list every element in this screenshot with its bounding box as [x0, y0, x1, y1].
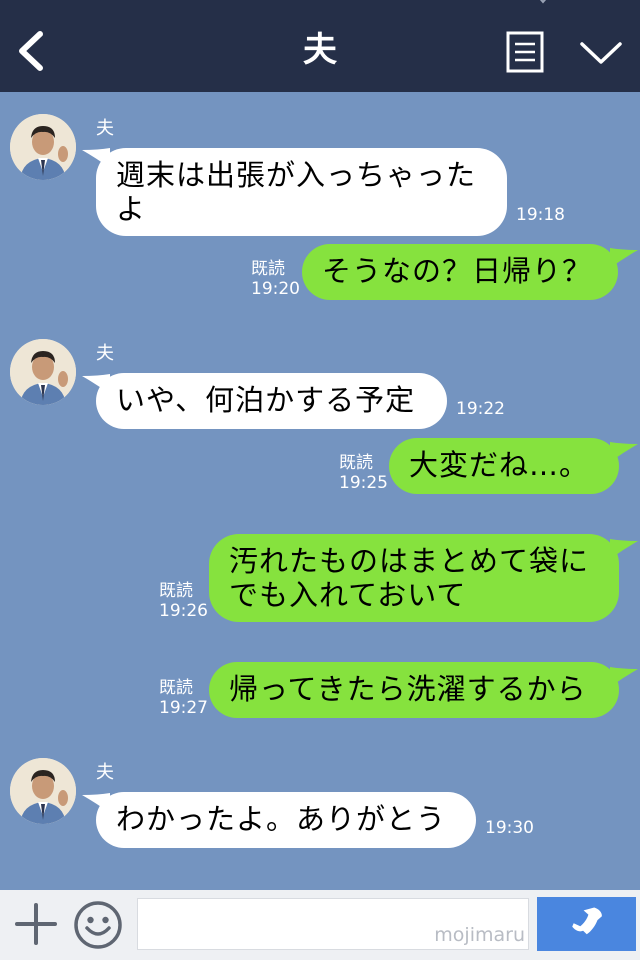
message-time: 19:30	[485, 818, 534, 838]
chat-header: 夫	[0, 0, 640, 92]
status-corner-mark	[539, 0, 547, 4]
message-meta: 既読 19:27	[159, 678, 208, 718]
message-time: 19:20	[251, 279, 300, 299]
bubble-tail	[610, 442, 638, 462]
back-button[interactable]	[12, 26, 52, 76]
man-portrait-icon	[10, 114, 76, 180]
message-bubble-incoming[interactable]: 週末は出張が入っちゃったよ	[96, 148, 507, 236]
plus-icon	[15, 903, 57, 945]
message-time: 19:25	[339, 473, 388, 493]
add-attachment-button[interactable]	[14, 902, 58, 946]
avatar[interactable]	[10, 758, 76, 824]
message-meta: 既読 19:20	[251, 259, 300, 299]
read-receipt: 既読	[159, 678, 193, 698]
avatar[interactable]	[10, 114, 76, 180]
message-bubble-incoming[interactable]: いや、何泊かする予定	[96, 373, 447, 429]
sender-name: 夫	[96, 343, 114, 364]
chevron-left-icon	[19, 31, 43, 71]
chat-screen: 夫 夫 週末は出張が入っちゃったよ 19:18 既読 19:20 そうなの？日帰…	[0, 0, 640, 960]
avatar[interactable]	[10, 339, 76, 405]
notes-button[interactable]	[506, 31, 544, 73]
message-meta: 既読 19:25	[339, 453, 388, 493]
man-portrait-icon	[10, 758, 76, 824]
menu-toggle-button[interactable]	[578, 36, 624, 70]
message-time: 19:22	[456, 399, 505, 419]
bubble-tail	[610, 539, 638, 559]
call-button[interactable]	[537, 897, 636, 951]
sender-name: 夫	[96, 762, 114, 783]
message-bubble-outgoing[interactable]: 帰ってきたら洗濯するから	[209, 662, 619, 718]
bubble-tail	[610, 248, 638, 268]
sender-name: 夫	[96, 118, 114, 139]
message-time: 19:26	[159, 601, 208, 621]
message-input[interactable]	[137, 898, 529, 950]
chat-title: 夫	[303, 30, 337, 70]
note-list-icon	[506, 31, 544, 73]
man-portrait-icon	[10, 339, 76, 405]
chevron-down-icon	[580, 42, 622, 64]
message-bubble-outgoing[interactable]: 汚れたものはまとめて袋にでも入れておいて	[209, 534, 619, 622]
smiley-icon	[74, 901, 122, 949]
message-meta: 既読 19:26	[159, 581, 208, 621]
read-receipt: 既読	[339, 453, 373, 473]
read-receipt: 既読	[159, 581, 193, 601]
phone-icon	[572, 907, 602, 935]
read-receipt: 既読	[251, 259, 285, 279]
bubble-tail	[610, 667, 638, 687]
message-bubble-outgoing[interactable]: そうなの？日帰り？	[302, 244, 618, 300]
message-bubble-incoming[interactable]: わかったよ。ありがとう	[96, 792, 476, 848]
message-bubble-outgoing[interactable]: 大変だね…。	[389, 438, 619, 494]
message-time: 19:18	[516, 205, 565, 225]
message-time: 19:27	[159, 698, 208, 718]
emoji-button[interactable]	[73, 900, 123, 950]
